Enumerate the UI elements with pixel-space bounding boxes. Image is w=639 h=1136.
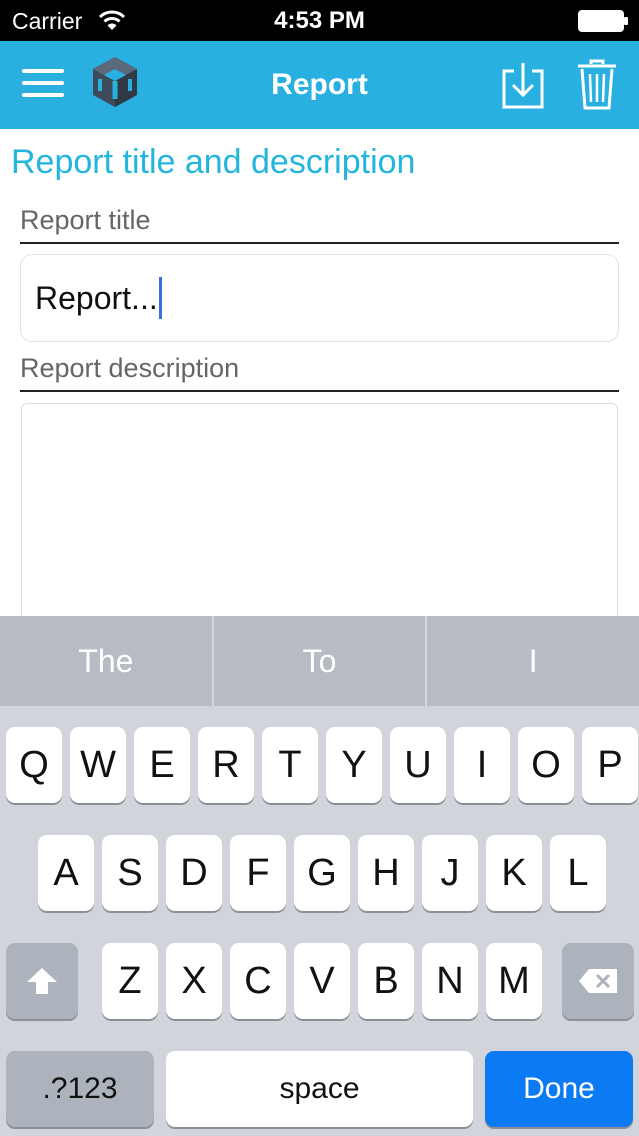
report-description-input[interactable]: [21, 403, 618, 643]
key-w[interactable]: W: [70, 727, 126, 803]
key-o[interactable]: O: [518, 727, 574, 803]
key-m[interactable]: M: [486, 943, 542, 1019]
shift-arrow-icon: [27, 968, 57, 994]
battery-icon: [578, 10, 628, 32]
key-c[interactable]: C: [230, 943, 286, 1019]
key-a[interactable]: A: [38, 835, 94, 911]
download-icon[interactable]: [500, 59, 546, 111]
suggestion-item[interactable]: I: [427, 616, 639, 706]
suggestion-bar: The To I: [0, 616, 639, 706]
shift-key[interactable]: [6, 943, 78, 1019]
backspace-icon: [579, 969, 617, 993]
space-key[interactable]: space: [166, 1051, 473, 1127]
key-k[interactable]: K: [486, 835, 542, 911]
report-title-value: Report...: [35, 279, 158, 316]
numbers-key[interactable]: .?123: [6, 1051, 154, 1127]
trash-icon[interactable]: [576, 59, 618, 111]
key-t[interactable]: T: [262, 727, 318, 803]
screen: Carrier 4:53 PM Report Report title and …: [0, 0, 639, 1136]
key-e[interactable]: E: [134, 727, 190, 803]
key-g[interactable]: G: [294, 835, 350, 911]
key-d[interactable]: D: [166, 835, 222, 911]
key-q[interactable]: Q: [6, 727, 62, 803]
suggestion-item[interactable]: The: [0, 616, 214, 706]
key-s[interactable]: S: [102, 835, 158, 911]
key-r[interactable]: R: [198, 727, 254, 803]
suggestion-item[interactable]: To: [214, 616, 428, 706]
text-caret: [158, 277, 162, 319]
key-v[interactable]: V: [294, 943, 350, 1019]
keyboard: The To I Q W E R T Y U I O P A S D F G H…: [0, 616, 639, 1136]
section-heading: Report title and description: [11, 143, 416, 181]
nav-bar: Report: [0, 41, 639, 129]
done-key[interactable]: Done: [485, 1051, 633, 1127]
key-b[interactable]: B: [358, 943, 414, 1019]
key-u[interactable]: U: [390, 727, 446, 803]
key-x[interactable]: X: [166, 943, 222, 1019]
key-y[interactable]: Y: [326, 727, 382, 803]
report-title-input[interactable]: Report...: [20, 254, 619, 342]
key-p[interactable]: P: [582, 727, 638, 803]
key-f[interactable]: F: [230, 835, 286, 911]
key-j[interactable]: J: [422, 835, 478, 911]
key-h[interactable]: H: [358, 835, 414, 911]
key-z[interactable]: Z: [102, 943, 158, 1019]
backspace-key[interactable]: [562, 943, 634, 1019]
title-field-label: Report title: [20, 205, 619, 244]
description-field-label: Report description: [20, 353, 619, 392]
key-i[interactable]: I: [454, 727, 510, 803]
key-n[interactable]: N: [422, 943, 478, 1019]
status-bar: Carrier 4:53 PM: [0, 0, 639, 41]
key-l[interactable]: L: [550, 835, 606, 911]
status-time: 4:53 PM: [274, 7, 365, 34]
